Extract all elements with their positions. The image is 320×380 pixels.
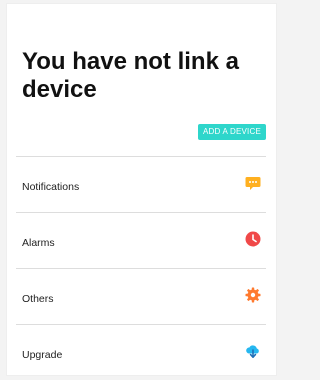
- menu-item-alarms[interactable]: Alarms: [16, 212, 266, 268]
- menu-item-label: Alarms: [22, 237, 55, 249]
- menu-item-notifications[interactable]: Notifications: [16, 156, 266, 212]
- device-card: You have not link a device ADD A DEVICE …: [6, 3, 277, 376]
- clock-icon: [245, 231, 261, 247]
- message-icon: [245, 177, 261, 190]
- settings-menu: Notifications Alarms Others Upgrade: [7, 156, 276, 380]
- cloud-download-icon: [246, 345, 259, 358]
- add-device-button[interactable]: ADD A DEVICE: [198, 124, 266, 140]
- menu-item-label: Others: [22, 293, 54, 305]
- menu-item-label: Notifications: [22, 181, 80, 193]
- page-title: You have not link a device: [22, 48, 239, 103]
- menu-item-others[interactable]: Others: [16, 268, 266, 324]
- menu-item-label: Upgrade: [22, 349, 63, 361]
- gear-icon: [245, 287, 261, 303]
- menu-item-upgrade[interactable]: Upgrade: [16, 324, 266, 380]
